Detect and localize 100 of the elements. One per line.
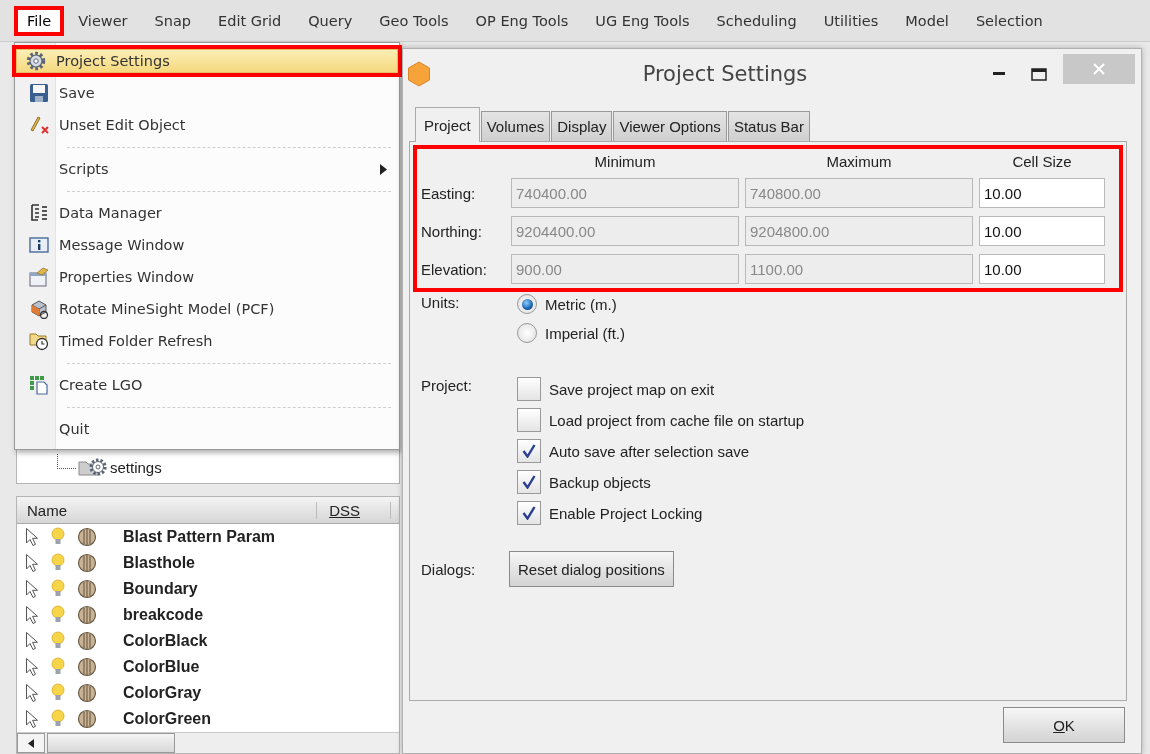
checkbox[interactable]: [517, 470, 541, 494]
column-header: Maximum: [825, 153, 893, 170]
menu-item[interactable]: Snap: [141, 5, 205, 36]
submenu-arrow-icon: [380, 163, 387, 175]
check-icon: [522, 506, 536, 520]
striped-ball-icon: [77, 553, 97, 573]
field-label: Units:: [421, 294, 461, 313]
field-label: Project:: [421, 377, 473, 396]
striped-ball-icon: [77, 605, 97, 625]
menu-item[interactable]: UG Eng Tools: [582, 5, 703, 36]
menu-item[interactable]: Unset Edit Object: [15, 109, 399, 141]
cube-rotate-icon: [29, 299, 49, 319]
cursor-arrow-icon: [25, 683, 39, 703]
tab[interactable]: Viewer Options: [613, 111, 727, 141]
menu-item[interactable]: Utilities: [810, 5, 892, 36]
menu-item[interactable]: Query: [295, 5, 366, 36]
radio-button[interactable]: [517, 323, 537, 343]
list-item[interactable]: ColorBlue: [123, 658, 200, 676]
tab[interactable]: Volumes: [480, 111, 551, 141]
number-field[interactable]: 10.00: [979, 216, 1105, 246]
info-icon: [29, 236, 49, 254]
reset-button[interactable]: Reset dialog positions: [509, 551, 674, 587]
list-item[interactable]: ColorGray: [123, 684, 202, 702]
menu-item[interactable]: Model: [892, 5, 962, 36]
striped-ball-icon: [77, 631, 97, 651]
window-icon: [29, 267, 49, 287]
menu-item[interactable]: Selection: [962, 5, 1056, 36]
radio-label[interactable]: Metric (m.): [545, 295, 617, 313]
tab[interactable]: Display: [551, 111, 613, 141]
menu-item[interactable]: Rotate MineSight Model (PCF): [15, 293, 399, 325]
list-item[interactable]: Boundary: [123, 580, 198, 598]
scroll-left-icon: [28, 738, 34, 748]
window-title: Project Settings: [641, 62, 809, 86]
checkbox-label[interactable]: Save project map on exit: [549, 380, 715, 398]
cursor-arrow-icon: [25, 579, 39, 599]
checkbox-label[interactable]: Load project from cache file on startup: [549, 411, 805, 429]
field-label: Dialogs:: [421, 560, 477, 578]
striped-ball-icon: [77, 527, 97, 547]
radio-button[interactable]: [517, 294, 537, 314]
menu-item[interactable]: Properties Window: [15, 261, 399, 293]
menu-item[interactable]: Timed Folder Refresh: [15, 325, 399, 357]
scroll-thumb[interactable]: [47, 733, 175, 753]
list-item[interactable]: ColorGreen: [123, 710, 211, 728]
light-bulb-icon: [51, 709, 65, 729]
cursor-arrow-icon: [25, 709, 39, 729]
checkbox[interactable]: [517, 408, 541, 432]
column-header[interactable]: DSS: [316, 501, 391, 519]
minimize-icon: [993, 72, 1005, 76]
field-label: Easting:: [421, 184, 477, 202]
checkbox-label[interactable]: Enable Project Locking: [549, 504, 703, 522]
gear-icon: [26, 51, 46, 71]
list-item[interactable]: breakcode: [123, 606, 204, 624]
menu-item[interactable]: Scripts: [15, 153, 399, 185]
cursor-arrow-icon: [25, 631, 39, 651]
cursor-arrow-icon: [25, 553, 39, 573]
close-icon: [1093, 63, 1105, 75]
menu-item[interactable]: Edit Grid: [205, 5, 295, 36]
menu-item[interactable]: Save: [15, 77, 399, 109]
light-bulb-icon: [51, 657, 65, 677]
hexagon-icon: [407, 61, 431, 87]
checkbox-label[interactable]: Backup objects: [549, 473, 651, 491]
list-item[interactable]: Blast Pattern Param: [123, 528, 276, 546]
tree-item[interactable]: settings: [110, 458, 162, 476]
number-field[interactable]: 10.00: [979, 178, 1105, 208]
ok-button[interactable]: OK: [1003, 707, 1125, 743]
checkbox[interactable]: [517, 501, 541, 525]
cursor-arrow-icon: [25, 605, 39, 625]
checkbox[interactable]: [517, 439, 541, 463]
tab[interactable]: Status Bar: [727, 111, 810, 141]
menu-item[interactable]: Scheduling: [703, 5, 810, 36]
menu-item[interactable]: Data Manager: [15, 197, 399, 229]
list-item[interactable]: Blasthole: [123, 554, 195, 572]
light-bulb-icon: [51, 631, 65, 651]
column-header[interactable]: Name: [17, 501, 317, 519]
list-item[interactable]: ColorBlack: [123, 632, 208, 650]
striped-ball-icon: [77, 709, 97, 729]
menu-item[interactable]: OP Eng Tools: [462, 5, 582, 36]
radio-label[interactable]: Imperial (ft.): [545, 324, 625, 342]
tab[interactable]: Project: [415, 107, 480, 142]
checkbox[interactable]: [517, 377, 541, 401]
striped-ball-icon: [77, 579, 97, 599]
maximize-icon: [1031, 67, 1047, 81]
light-bulb-icon: [51, 605, 65, 625]
column-header: Minimum: [593, 153, 657, 170]
check-icon: [522, 475, 536, 489]
menu-item[interactable]: Project Settings: [12, 45, 402, 77]
number-field[interactable]: 10.00: [979, 254, 1105, 284]
light-bulb-icon: [51, 683, 65, 703]
list-icon: [29, 203, 49, 223]
checkbox-label[interactable]: Auto save after selection save: [549, 442, 750, 460]
light-bulb-icon: [51, 579, 65, 599]
menu-item[interactable]: Quit: [15, 413, 399, 445]
menu-item[interactable]: Viewer: [65, 5, 141, 36]
folder-gear-icon: [78, 457, 108, 477]
column-header: Cell Size: [1011, 153, 1073, 170]
menu-item[interactable]: Create LGO: [15, 369, 399, 401]
menu-item[interactable]: File: [14, 5, 65, 36]
field-label: Northing:: [421, 222, 483, 240]
menu-item[interactable]: Message Window: [15, 229, 399, 261]
menu-item[interactable]: Geo Tools: [366, 5, 462, 36]
